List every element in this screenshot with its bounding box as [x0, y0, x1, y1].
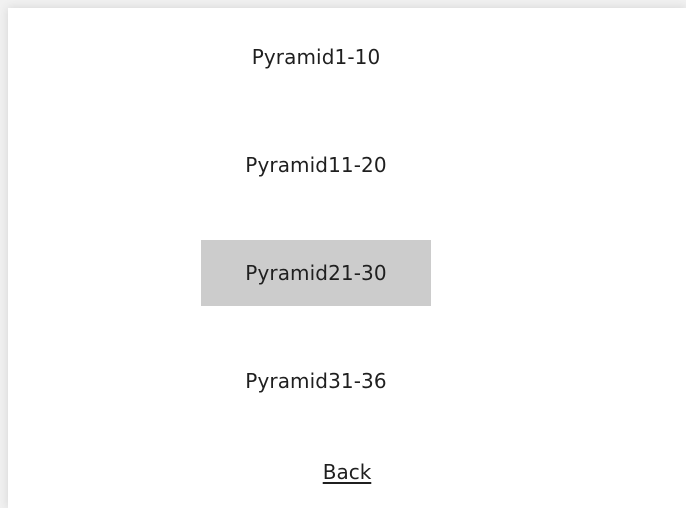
menu-item-pyramid-11-20[interactable]: Pyramid11-20: [201, 132, 431, 198]
menu-item-label: Pyramid11-20: [245, 153, 387, 177]
menu-panel: Pyramid1-10 Pyramid11-20 Pyramid21-30 Py…: [8, 8, 686, 508]
menu-item-pyramid-1-10[interactable]: Pyramid1-10: [201, 24, 431, 90]
pyramid-range-menu: Pyramid1-10 Pyramid11-20 Pyramid21-30 Py…: [8, 8, 686, 508]
menu-item-label: Pyramid1-10: [251, 45, 381, 69]
menu-item-label: Pyramid31-36: [245, 369, 387, 393]
back-link[interactable]: Back: [8, 460, 686, 484]
menu-item-label: Pyramid21-30: [245, 261, 387, 285]
menu-item-pyramid-21-30[interactable]: Pyramid21-30: [201, 240, 431, 306]
menu-item-pyramid-31-36[interactable]: Pyramid31-36: [201, 348, 431, 414]
